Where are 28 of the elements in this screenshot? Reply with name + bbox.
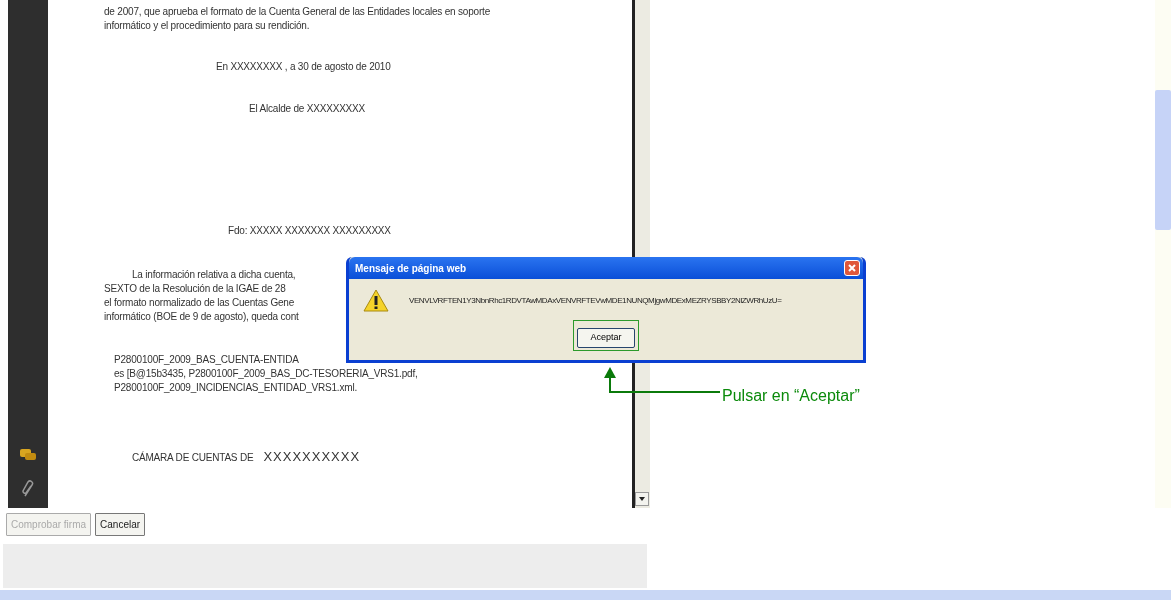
document-text: SEXTO de la Resolución de la IGAE de 28 [104, 282, 286, 296]
close-icon [848, 264, 856, 272]
file-name-text: P2800100F_2009_INCIDENCIAS_ENTIDAD_VRS1.xml. [114, 381, 357, 395]
document-text: informático y el procedimiento para su rendición. [104, 19, 310, 33]
page-scrollbar[interactable] [1155, 0, 1171, 508]
down-arrow-icon [639, 496, 645, 501]
document-text: el formato normalizado de las Cuentas Gene [104, 296, 295, 310]
chamber-name: XXXXXXXXXX [263, 449, 361, 464]
accept-button[interactable]: Aceptar [577, 328, 635, 348]
document-text: La información relativa a dicha cuenta, [132, 268, 296, 282]
file-name-text: es [B@15b3435, P2800100F_2009_BAS_DC-TESORERIA_VRS1.pdf, [114, 367, 418, 381]
signatory-line: El Alcalde de XXXXXXXXX [249, 102, 366, 116]
comment-icon[interactable] [19, 448, 37, 462]
date-line: En XXXXXXXX , a 30 de agosto de 2010 [216, 60, 391, 74]
document-text: informático (BOE de 9 de agosto), queda cont [104, 310, 299, 324]
close-button[interactable] [844, 260, 860, 276]
chamber-label: CÁMARA DE CUENTAS DE [132, 452, 254, 463]
horizontal-scrollbar[interactable] [0, 590, 1171, 600]
scroll-down-button[interactable] [635, 492, 649, 506]
signature-line: Fdo: XXXXX XXXXXXX XXXXXXXXX [228, 224, 391, 238]
dialog-message: VENVLVRFTEN1Y3NbnRhc1RDVTAwMDAxVENVRFTEVwMDE1NUNQMjgwMDExMEZRYSBBY2NlZWRhUzU= [409, 294, 782, 307]
document-text: de 2007, que aprueba el formato de la Cuenta General de las Entidades locales en soporte [104, 5, 490, 19]
annotation-text: Pulsar en “Aceptar” [722, 386, 860, 406]
paperclip-icon[interactable] [21, 480, 35, 498]
dialog-title: Mensaje de página web [355, 261, 467, 276]
warning-icon [363, 289, 389, 312]
cancel-button[interactable]: Cancelar [95, 513, 146, 536]
file-name-text: P2800100F_2009_BAS_CUENTA-ENTIDA [114, 353, 299, 367]
